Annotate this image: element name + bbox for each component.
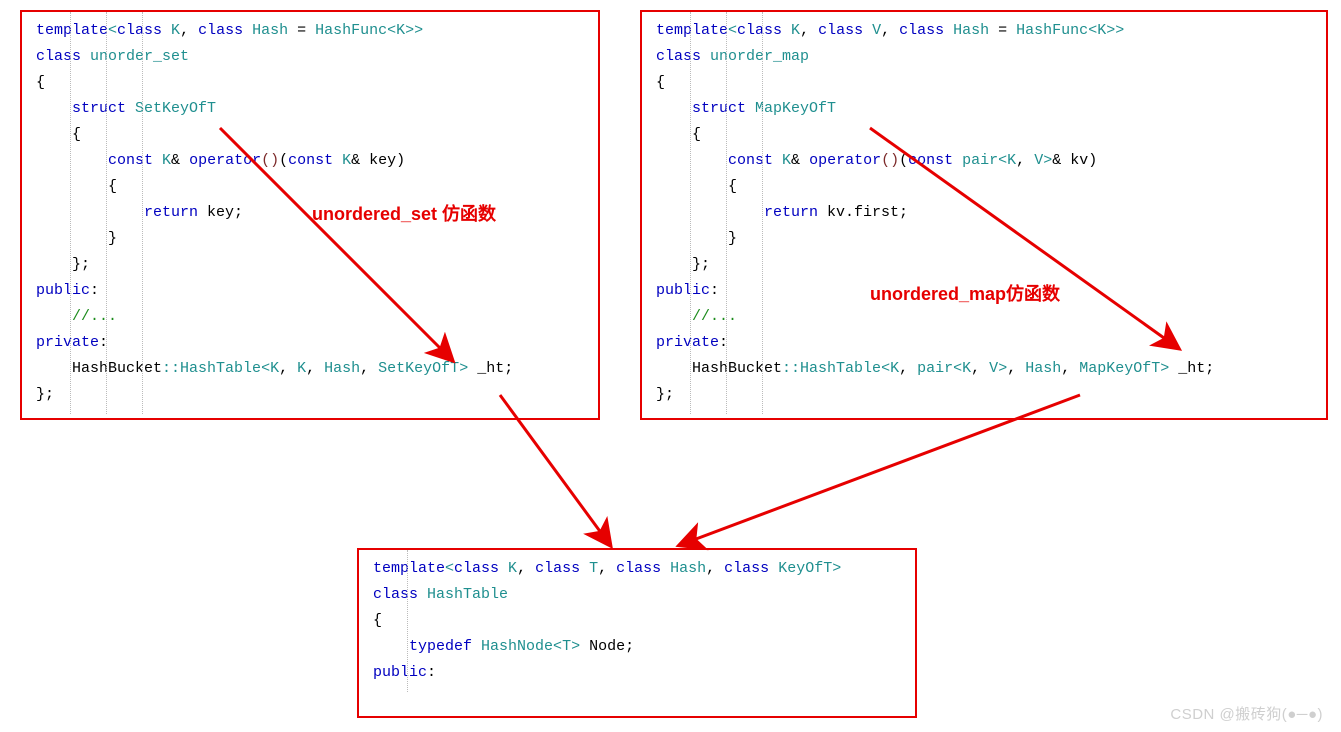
code-box-set: template<class K, class Hash = HashFunc<… [20,10,600,420]
code-hashtable: template<class K, class T, class Hash, c… [359,550,915,692]
code-box-map: template<class K, class V, class Hash = … [640,10,1328,420]
code-set: template<class K, class Hash = HashFunc<… [22,12,598,414]
watermark: CSDN @搬砖狗(●─●) [1170,703,1323,724]
code-box-hashtable: template<class K, class T, class Hash, c… [357,548,917,718]
label-map-functor: unordered_map仿函数 [870,280,1060,306]
label-set-functor: unordered_set 仿函数 [312,200,496,226]
code-map: template<class K, class V, class Hash = … [642,12,1326,414]
